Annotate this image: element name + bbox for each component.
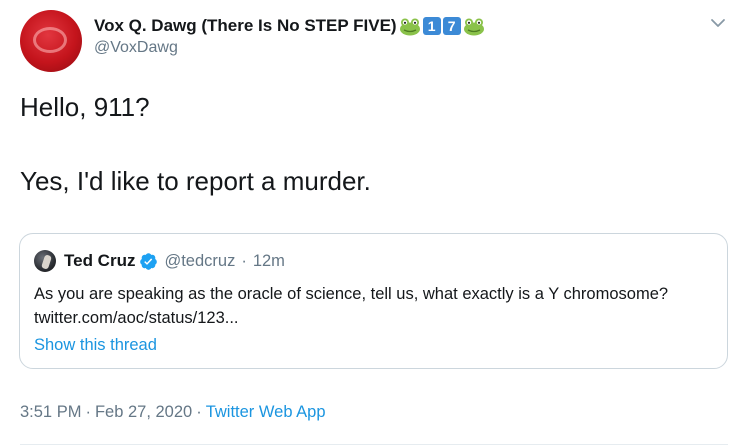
footer-separator: · [85,403,91,421]
author-avatar[interactable] [20,10,82,72]
tweet-footer: 3:51 PM · Feb 27, 2020 · Twitter Web App [20,403,326,422]
tweet-time[interactable]: 3:51 PM [20,403,81,421]
show-thread-link[interactable]: Show this thread [34,336,157,355]
quoted-separator: · [241,251,247,270]
quoted-author-avatar[interactable] [34,250,56,272]
quoted-author-handle[interactable]: @tedcruz [164,252,235,271]
quoted-tweet-header: Ted Cruz @tedcruz · 12m [34,250,285,272]
divider [20,444,728,445]
tweet-text-line-2: Yes, I'd like to report a murder. [20,166,371,196]
quoted-author-name[interactable]: Ted Cruz [64,251,135,271]
tweet-source-app[interactable]: Twitter Web App [206,403,326,421]
tweet: Vox Q. Dawg (There Is No STEP FIVE) 1 7 [0,0,748,447]
frog-emoji-icon [399,18,420,36]
avatar-logo [33,27,67,53]
quoted-tweet-text: As you are speaking as the oracle of sci… [34,285,669,327]
author-handle[interactable]: @VoxDawg [94,39,694,57]
author-display-name[interactable]: Vox Q. Dawg (There Is No STEP FIVE) [94,16,397,36]
chevron-down-icon[interactable] [710,18,726,28]
verified-badge-icon [140,252,158,270]
author-name-row[interactable]: Vox Q. Dawg (There Is No STEP FIVE) 1 7 [94,14,694,38]
frog-emoji-icon [463,18,484,36]
tweet-date[interactable]: Feb 27, 2020 [95,403,192,421]
footer-separator: · [196,403,202,421]
keycap-1-icon: 1 [422,17,441,35]
quoted-tweet[interactable]: Ted Cruz @tedcruz · 12m As you are speak… [19,233,728,369]
keycap-7-icon: 7 [442,17,461,35]
quoted-timestamp[interactable]: 12m [253,252,285,271]
tweet-header: Vox Q. Dawg (There Is No STEP FIVE) 1 7 [94,14,694,57]
tweet-text-line-1: Hello, 911? [20,92,150,122]
